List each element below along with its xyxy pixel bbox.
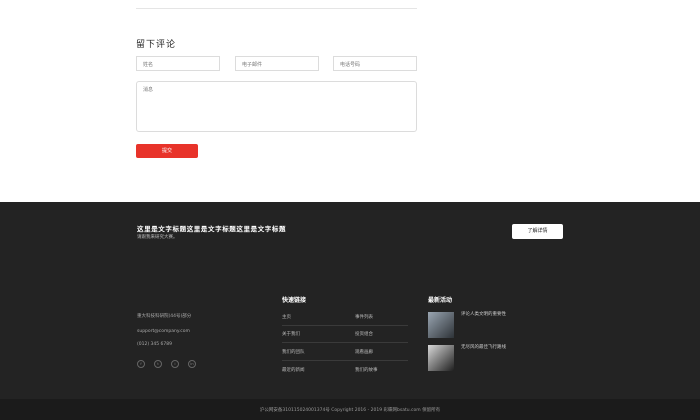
quick-link-team[interactable]: 我们的团队 — [282, 349, 305, 355]
quick-link-news[interactable]: 最近的新闻 — [282, 367, 305, 373]
name-placeholder: 姓名 — [143, 62, 154, 68]
footer-phone: (012) 345 6789 — [137, 342, 173, 347]
quick-link-portfolio[interactable]: 投资组合 — [355, 331, 373, 337]
event-title[interactable]: 评论人类文明的重要性 — [461, 311, 506, 317]
copyright-text: 沪公网安备310115024001374号 Copyright 2016 - 2… — [259, 408, 441, 413]
footer-address: 重大科技科研院(44号)部分 — [137, 314, 192, 319]
quick-link-home[interactable]: 主页 — [282, 314, 291, 320]
email-field[interactable]: 电子邮件 — [235, 56, 319, 71]
cta-title: 这里是文字标题这里是文字标题这里是文字标题 — [137, 225, 287, 233]
message-field[interactable]: 消息 — [136, 81, 417, 132]
footer-email[interactable]: support@company.com — [137, 329, 190, 334]
message-placeholder: 消息 — [143, 87, 154, 93]
instagram-icon[interactable]: i — [171, 360, 179, 368]
phone-placeholder: 电话号码 — [340, 62, 361, 68]
event-title[interactable]: 无尽风的最佳飞行路线 — [461, 344, 506, 350]
link-row-divider — [282, 325, 408, 326]
link-row-divider — [282, 342, 408, 343]
submit-button[interactable]: 提交 — [136, 144, 198, 158]
link-row-divider — [282, 360, 408, 361]
phone-field[interactable]: 电话号码 — [333, 56, 417, 71]
comment-section-title: 留下评论 — [136, 40, 177, 50]
quick-link-about[interactable]: 关于我们 — [282, 331, 300, 337]
section-divider — [136, 8, 417, 9]
event-thumbnail[interactable] — [428, 345, 454, 371]
recent-events-title: 最新活动 — [428, 297, 453, 304]
quick-link-events[interactable]: 事件列表 — [355, 314, 373, 320]
footer — [0, 202, 700, 420]
quick-link-gallery[interactable]: 观看画廊 — [355, 349, 373, 355]
learn-more-button[interactable]: 了解详情 — [512, 224, 563, 239]
name-field[interactable]: 姓名 — [136, 56, 220, 71]
facebook-icon[interactable]: f — [137, 360, 145, 368]
twitter-icon[interactable]: t — [154, 360, 162, 368]
event-thumbnail[interactable] — [428, 312, 454, 338]
cta-subtitle: 请跟我来研究大赛。 — [137, 235, 178, 240]
linkedin-icon[interactable]: in — [188, 360, 196, 368]
email-placeholder: 电子邮件 — [242, 62, 263, 68]
quick-link-story[interactable]: 我们的故事 — [355, 367, 378, 373]
quick-links-title: 快速链接 — [282, 297, 307, 304]
